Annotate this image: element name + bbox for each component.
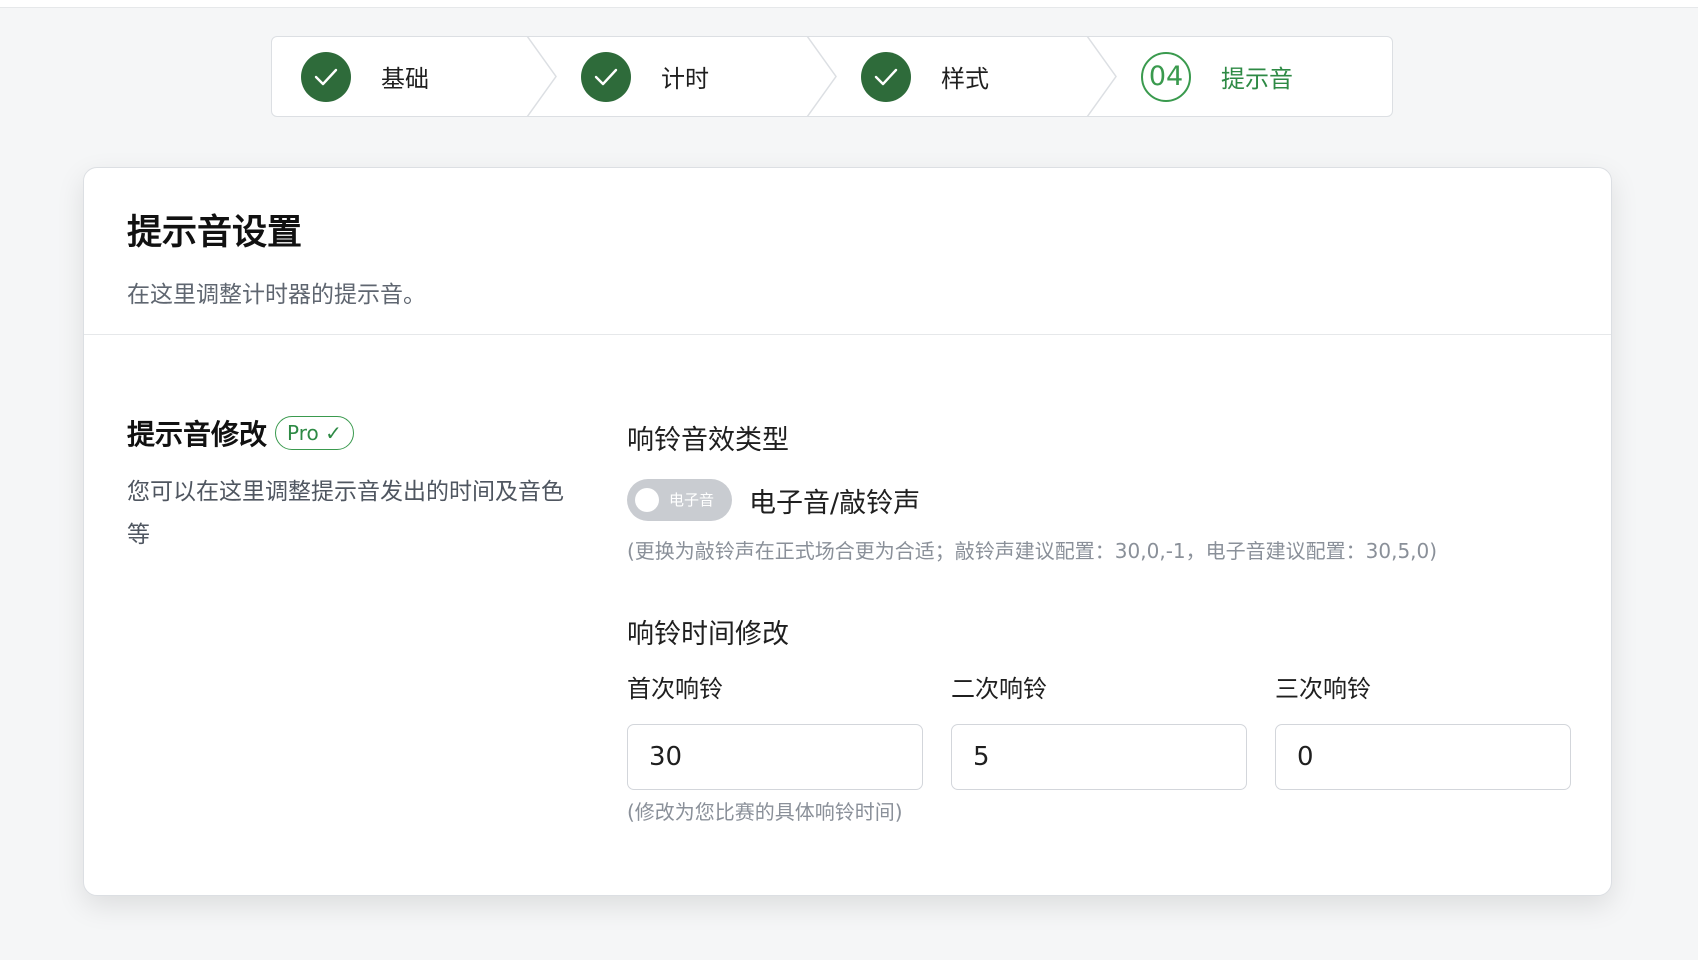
settings-card: 提示音设置 在这里调整计时器的提示音。 提示音修改 Pro ✓ 您可以在这里调整…: [83, 167, 1612, 896]
second-ring-group: 二次响铃: [951, 669, 1247, 790]
card-title: 提示音设置: [127, 213, 303, 253]
step-number: 04: [1141, 51, 1191, 102]
switch-knob: [635, 488, 659, 512]
switch-text: 电子音: [669, 491, 715, 509]
step-label: 提示音: [1221, 65, 1293, 93]
third-ring-label: 三次响铃: [1275, 675, 1371, 703]
ring-type-label: 电子音/敲铃声: [749, 487, 921, 519]
card-header: 提示音设置 在这里调整计时器的提示音。: [84, 168, 1611, 335]
pro-badge: Pro ✓: [275, 416, 354, 450]
top-bar: [0, 0, 1698, 8]
section-info: 提示音修改 Pro ✓ 您可以在这里调整提示音发出的时间及音色等: [127, 413, 567, 557]
step-label: 计时: [661, 65, 709, 93]
first-ring-label: 首次响铃: [627, 675, 723, 703]
third-ring-group: 三次响铃: [1275, 669, 1571, 790]
ring-type-switch[interactable]: 电子音: [627, 479, 732, 521]
ring-type-hint: (更换为敲铃声在正式场合更为合适；敲铃声建议配置：30,0,-1，电子音建议配置…: [627, 539, 1438, 563]
second-ring-label: 二次响铃: [951, 675, 1047, 703]
ring-time-title: 响铃时间修改: [627, 619, 789, 650]
step-sound[interactable]: 04 提示音: [1112, 37, 1392, 116]
third-ring-input[interactable]: [1275, 724, 1571, 790]
step-style[interactable]: 样式: [832, 36, 1117, 117]
ring-time-inputs: 首次响铃 二次响铃 三次响铃: [627, 669, 1572, 790]
first-ring-group: 首次响铃: [627, 669, 923, 790]
check-icon: [581, 51, 631, 102]
second-ring-input[interactable]: [951, 724, 1247, 790]
step-timing[interactable]: 计时: [552, 36, 837, 117]
card-description: 在这里调整计时器的提示音。: [127, 282, 426, 308]
step-label: 样式: [941, 65, 989, 93]
check-icon: [301, 51, 351, 102]
first-ring-input[interactable]: [627, 724, 923, 790]
ring-time-hint: (修改为您比赛的具体响铃时间): [627, 800, 903, 824]
section-fields: 响铃音效类型 电子音 电子音/敲铃声 (更换为敲铃声在正式场合更为合适；敲铃声建…: [627, 418, 1572, 825]
ring-type-title: 响铃音效类型: [627, 425, 789, 456]
section-title-row: 提示音修改 Pro ✓: [127, 413, 567, 453]
check-icon: [861, 51, 911, 102]
ring-type-row: 电子音 电子音/敲铃声: [627, 479, 1572, 521]
step-label: 基础: [381, 65, 429, 93]
stepper: 基础 计时 样式 04 提示音: [271, 36, 1393, 117]
step-basic[interactable]: 基础: [272, 36, 557, 117]
section-title: 提示音修改: [127, 418, 268, 451]
section-description: 您可以在这里调整提示音发出的时间及音色等: [127, 479, 564, 548]
